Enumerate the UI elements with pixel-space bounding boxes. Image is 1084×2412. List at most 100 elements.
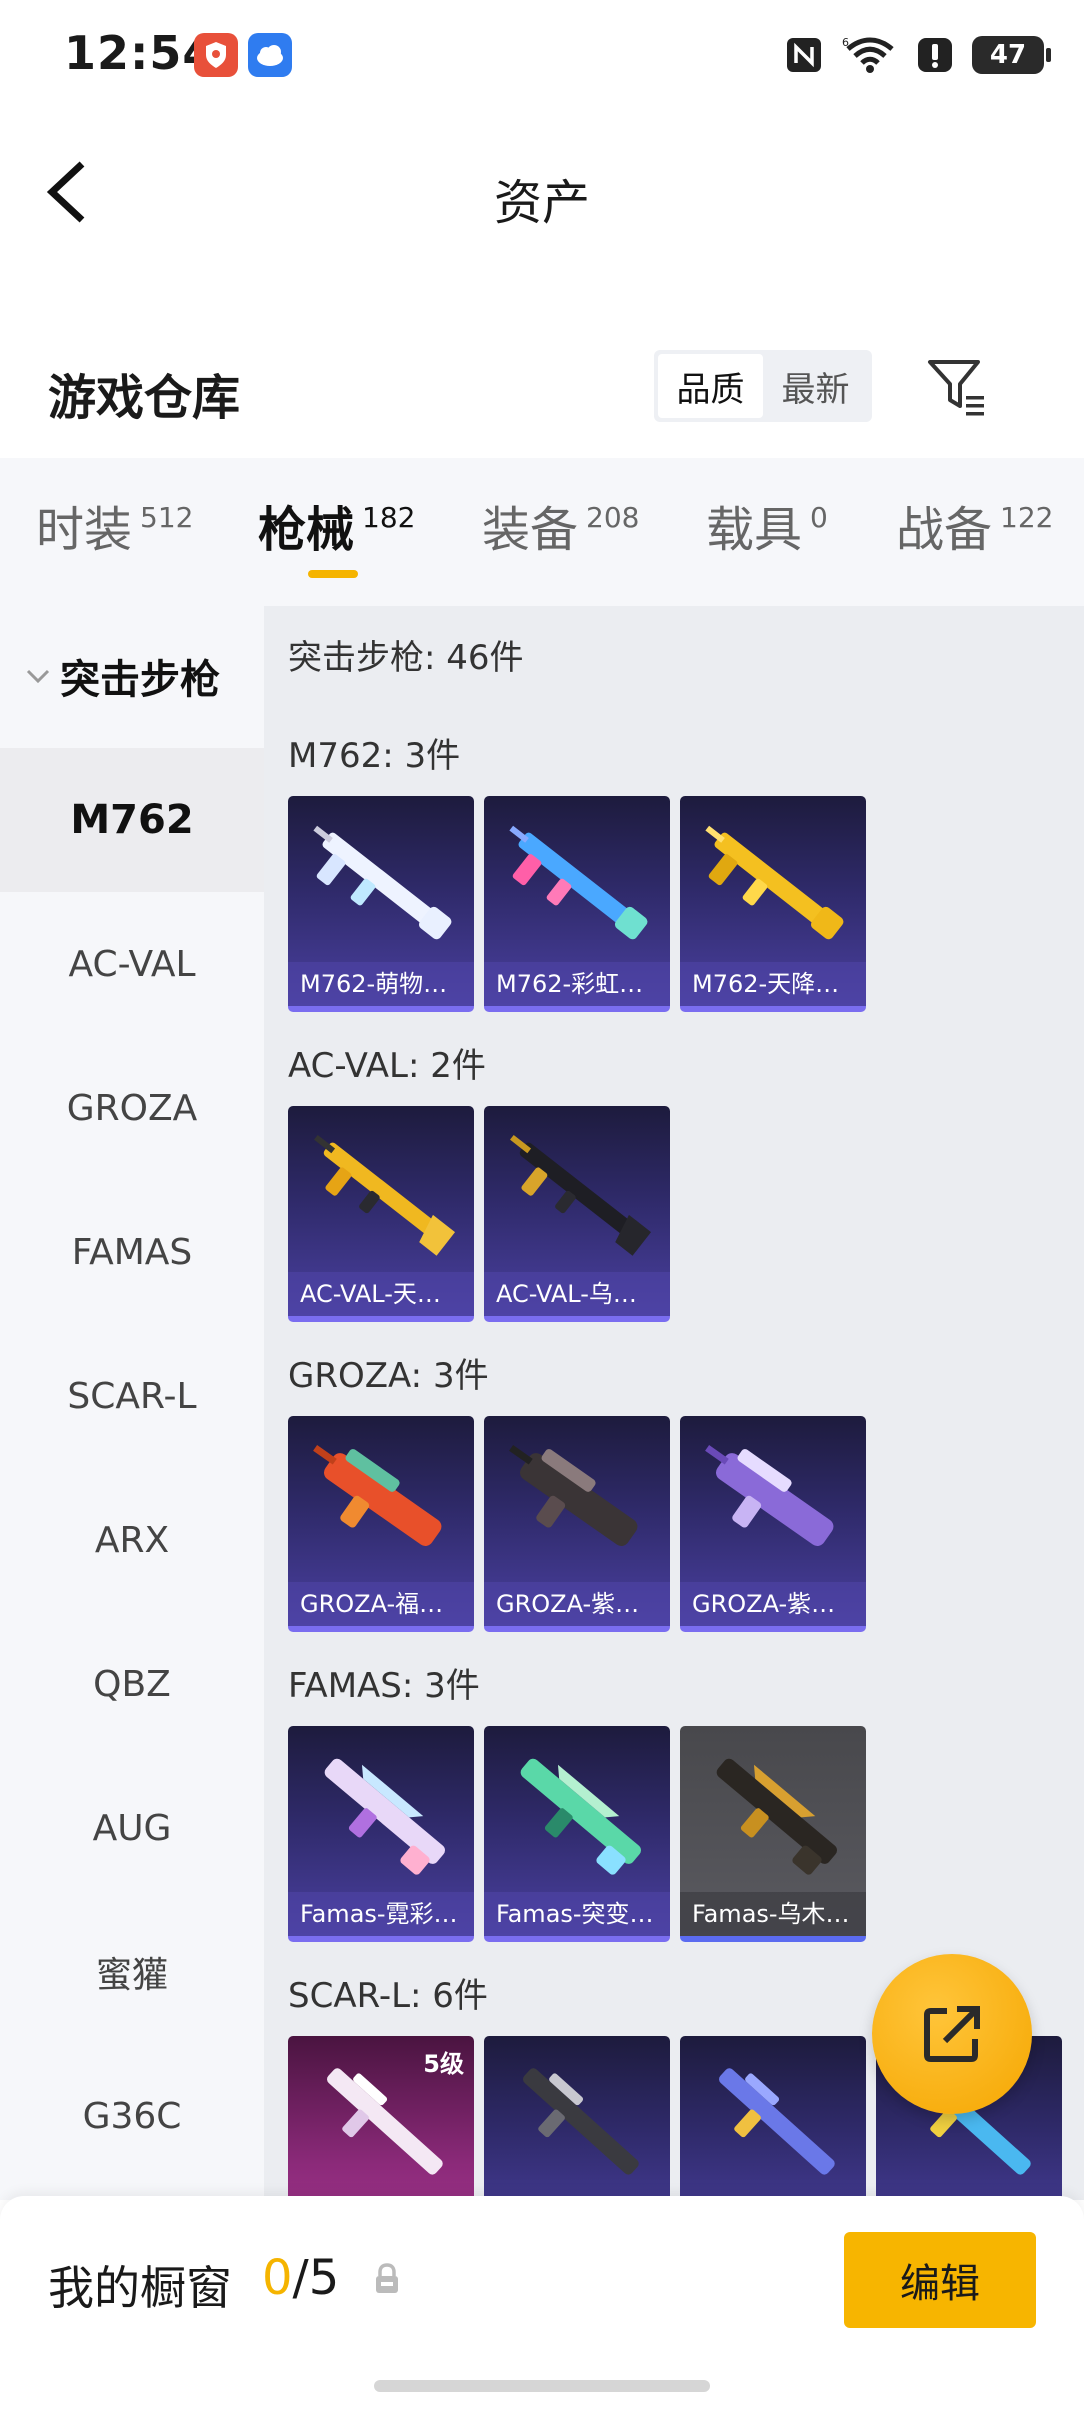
showcase-used: 0 [262, 2250, 293, 2306]
skin-name: GROZA-紫… [484, 1582, 670, 1626]
tab-combat-supplies[interactable]: 战备 122 [896, 498, 1053, 562]
skin-card[interactable]: Famas-霓彩… [288, 1726, 474, 1942]
skin-card[interactable]: GROZA-紫… [680, 1416, 866, 1632]
group-title-groza: GROZA: 3件 [288, 1356, 489, 1396]
sort-option-newest[interactable]: 最新 [763, 354, 868, 418]
sidebar-item-scar-l[interactable]: SCAR-L [0, 1324, 264, 1468]
level-badge: 5级 [423, 2050, 464, 2078]
showcase-total: /5 [292, 2250, 340, 2306]
skin-card[interactable]: AC-VAL-乌… [484, 1106, 670, 1322]
wifi-icon: 6 [842, 36, 894, 73]
skin-card[interactable] [680, 2036, 866, 2200]
sidebar-item-m762[interactable]: M762 [0, 748, 264, 892]
sidebar-item-aug[interactable]: AUG [0, 1756, 264, 1900]
home-indicator[interactable] [374, 2380, 710, 2392]
tab-firearms[interactable]: 枪械 182 [258, 498, 415, 562]
tab-count: 122 [1000, 501, 1054, 534]
tab-count: 182 [362, 501, 416, 534]
chevron-down-icon [26, 669, 50, 684]
filter-button[interactable] [922, 352, 990, 420]
shield-app-icon [194, 33, 238, 77]
active-tab-indicator [308, 570, 358, 578]
tab-label: 枪械 [258, 502, 355, 558]
tab-count: 0 [810, 501, 828, 534]
skin-card[interactable]: Famas-突变… [484, 1726, 670, 1942]
skin-name: M762-萌物… [288, 962, 474, 1006]
skin-name: M762-天降… [680, 962, 866, 1006]
skin-name: Famas-乌木… [680, 1892, 866, 1936]
skin-name: GROZA-福… [288, 1582, 474, 1626]
status-bar: 12:54 6 47 [0, 0, 1084, 110]
skin-name: GROZA-紫… [680, 1582, 866, 1626]
sidebar-item-qbz[interactable]: QBZ [0, 1612, 264, 1756]
share-button[interactable] [872, 1954, 1032, 2114]
edit-button[interactable]: 编辑 [844, 2232, 1036, 2328]
tab-label: 载具 [706, 502, 803, 558]
status-icons: 6 47 [784, 30, 1051, 80]
rifle-icon [705, 825, 844, 940]
rifle-icon [523, 2068, 639, 2175]
sidebar-item-arx[interactable]: ARX [0, 1468, 264, 1612]
rifle-icon [313, 825, 452, 940]
rifle-icon [705, 1445, 834, 1546]
tab-label: 装备 [482, 502, 579, 558]
sort-toggle: 品质 最新 [654, 350, 872, 422]
sidebar-group-assault-rifles[interactable]: 突击步枪 [0, 606, 264, 746]
sidebar-item-g36c[interactable]: G36C [0, 2044, 264, 2188]
rifle-icon [520, 1758, 641, 1875]
skin-card[interactable]: AC-VAL-天… [288, 1106, 474, 1322]
rifle-icon [509, 825, 648, 940]
rifle-icon [314, 1134, 456, 1256]
skin-name: Famas-突变… [484, 1892, 670, 1936]
sort-option-quality[interactable]: 品质 [658, 354, 763, 418]
showcase-count: 0/5 [262, 2250, 339, 2306]
skin-name: M762-彩虹… [484, 962, 670, 1006]
nfc-icon [787, 38, 821, 72]
rifle-icon [313, 1445, 442, 1546]
filter-icon [928, 360, 984, 416]
showcase-bar: 我的橱窗 0/5 编辑 [0, 2196, 1084, 2412]
weapon-type-sidebar: 突击步枪 M762 AC-VAL GROZA FAMAS SCAR-L ARX … [0, 606, 264, 2200]
rifle-icon [716, 1758, 837, 1875]
warehouse-title: 游戏仓库 [48, 370, 241, 426]
tab-label: 时装 [36, 502, 133, 558]
skin-name: Famas-霓彩… [288, 1892, 474, 1936]
sidebar-item-honey-badger[interactable]: 蜜獾 [0, 1900, 264, 2044]
page-title: 资产 [493, 175, 590, 231]
app-screen: 12:54 6 47 资产 游戏仓库 品质 最新 时装 512 枪械 182 装… [0, 0, 1084, 2412]
skin-card[interactable] [484, 2036, 670, 2200]
lock-icon [376, 2263, 398, 2293]
tab-vehicles[interactable]: 载具 0 [706, 498, 828, 562]
battery-indicator: 47 [972, 36, 1051, 74]
sidebar-item-famas[interactable]: FAMAS [0, 1180, 264, 1324]
share-icon [924, 2006, 980, 2062]
skin-card[interactable]: Famas-乌木… [680, 1726, 866, 1942]
rifle-icon [324, 1758, 445, 1875]
alert-icon [918, 38, 952, 72]
svg-text:6: 6 [842, 36, 849, 49]
skin-card[interactable]: GROZA-紫… [484, 1416, 670, 1632]
group-title-famas: FAMAS: 3件 [288, 1666, 480, 1706]
skin-card[interactable]: GROZA-福… [288, 1416, 474, 1632]
category-count: 突击步枪: 46件 [288, 638, 524, 678]
group-title-ac-val: AC-VAL: 2件 [288, 1046, 486, 1086]
tab-fashion[interactable]: 时装 512 [36, 498, 193, 562]
tab-equipment[interactable]: 装备 208 [482, 498, 639, 562]
skin-name: AC-VAL-天… [288, 1272, 474, 1316]
showcase-label: 我的橱窗 [48, 2261, 232, 2315]
skin-card[interactable]: M762-萌物… [288, 796, 474, 1012]
tab-label: 战备 [896, 502, 993, 558]
status-time: 12:54 [64, 26, 216, 80]
sidebar-item-groza[interactable]: GROZA [0, 1036, 264, 1180]
skin-card[interactable]: M762-天降… [680, 796, 866, 1012]
sidebar-item-ac-val[interactable]: AC-VAL [0, 892, 264, 1036]
rifle-icon [509, 1445, 638, 1546]
skin-card[interactable]: 5级 [288, 2036, 474, 2200]
category-tabs: 时装 512 枪械 182 装备 208 载具 0 战备 122 [0, 458, 1084, 606]
tab-count: 512 [140, 501, 194, 534]
sidebar-group-label: 突击步枪 [60, 657, 220, 703]
cloud-app-icon [248, 33, 292, 77]
group-title-scar-l: SCAR-L: 6件 [288, 1976, 488, 2016]
rifle-icon [719, 2068, 835, 2175]
skin-card[interactable]: M762-彩虹… [484, 796, 670, 1012]
